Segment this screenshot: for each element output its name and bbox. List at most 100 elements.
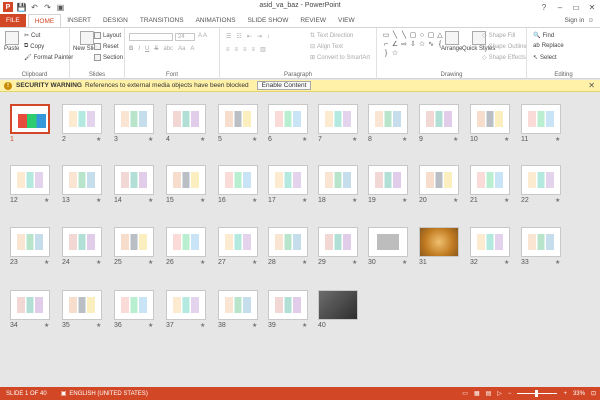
zoom-in-icon[interactable]: + <box>563 391 567 397</box>
curve-shape-icon[interactable]: ∿ <box>427 40 435 48</box>
animation-star-icon[interactable]: ★ <box>302 197 307 204</box>
align-left-icon[interactable]: ≡ <box>226 47 230 53</box>
tab-animations[interactable]: ANIMATIONS <box>190 14 242 27</box>
restore-button[interactable]: ▭ <box>568 0 584 14</box>
shapes-gallery[interactable]: ▭ ╲ ╲ ▢ ○ ▢ △ ⌐ ∠ ⇨ ⇩ ☆ ∿ { } ☆ <box>382 31 443 65</box>
slide-thumbnail[interactable] <box>318 290 358 320</box>
slide-thumbnail[interactable] <box>318 104 358 134</box>
slide-thumbnail[interactable] <box>419 227 459 257</box>
triangle-shape-icon[interactable]: △ <box>436 31 444 39</box>
align-center-icon[interactable]: ≡ <box>235 47 239 53</box>
layout-button[interactable]: Layout <box>94 32 121 39</box>
bullets-icon[interactable]: ☰ <box>226 33 231 40</box>
slide-thumbnail[interactable] <box>114 290 154 320</box>
slide-thumbnail[interactable] <box>470 104 510 134</box>
select-button[interactable]: ↖ Select <box>533 54 557 62</box>
shape-fill-button[interactable]: ◇ Shape Fill <box>482 32 515 40</box>
slide-thumbnail[interactable] <box>218 165 258 195</box>
align-right-icon[interactable]: ≡ <box>243 47 247 53</box>
numbering-icon[interactable]: ☷ <box>236 33 241 40</box>
redo-icon[interactable]: ↷ <box>43 3 52 12</box>
slide-thumbnail[interactable] <box>368 227 408 257</box>
animation-star-icon[interactable]: ★ <box>44 197 49 204</box>
animation-star-icon[interactable]: ★ <box>200 197 205 204</box>
find-button[interactable]: 🔍 Find <box>533 32 554 40</box>
animation-star-icon[interactable]: ★ <box>302 322 307 329</box>
font-size-field[interactable]: 24 <box>175 33 195 41</box>
slide-thumbnail[interactable] <box>521 104 561 134</box>
animation-star-icon[interactable]: ★ <box>200 322 205 329</box>
slide-thumbnail[interactable] <box>318 227 358 257</box>
slide-thumbnail[interactable] <box>166 104 206 134</box>
tab-design[interactable]: DESIGN <box>97 14 134 27</box>
outdent-icon[interactable]: ⇥ <box>257 33 262 40</box>
animation-star-icon[interactable]: ★ <box>302 136 307 143</box>
animation-star-icon[interactable]: ★ <box>96 136 101 143</box>
animation-star-icon[interactable]: ★ <box>352 136 357 143</box>
animation-star-icon[interactable]: ★ <box>504 197 509 204</box>
tab-insert[interactable]: INSERT <box>61 14 97 27</box>
slide-thumbnail[interactable] <box>419 104 459 134</box>
animation-star-icon[interactable]: ★ <box>148 136 153 143</box>
animation-star-icon[interactable]: ★ <box>96 197 101 204</box>
copy-button[interactable]: ⧉ Copy <box>24 43 44 50</box>
italic-button[interactable]: I <box>138 46 140 52</box>
slide-thumbnail[interactable] <box>521 227 561 257</box>
user-icon[interactable]: ☺ <box>587 17 594 24</box>
underline-button[interactable]: U <box>145 46 149 52</box>
animation-star-icon[interactable]: ★ <box>200 259 205 266</box>
enable-content-button[interactable]: Enable Content <box>256 81 312 90</box>
columns-icon[interactable]: ▥ <box>260 46 266 53</box>
animation-star-icon[interactable]: ★ <box>302 259 307 266</box>
align-text-button[interactable]: ⊟ Align Text <box>310 43 343 51</box>
normal-view-icon[interactable]: ▭ <box>462 390 468 397</box>
section-button[interactable]: Section <box>94 54 123 61</box>
slide-thumbnail[interactable] <box>368 104 408 134</box>
bold-button[interactable]: B <box>129 46 133 52</box>
minimize-button[interactable]: – <box>552 0 568 14</box>
slide-thumbnail[interactable] <box>218 227 258 257</box>
slide-thumbnail[interactable] <box>10 165 50 195</box>
slide-thumbnail[interactable] <box>114 227 154 257</box>
tab-home[interactable]: HOME <box>27 14 62 27</box>
arrange-button[interactable]: Arrange <box>441 31 462 52</box>
font-grow-shrink[interactable]: A A <box>198 33 207 39</box>
animation-star-icon[interactable]: ★ <box>44 259 49 266</box>
font-name-field[interactable] <box>129 33 173 41</box>
slide-thumbnail[interactable] <box>268 227 308 257</box>
line2-shape-icon[interactable]: ╲ <box>400 31 408 39</box>
animation-star-icon[interactable]: ★ <box>96 322 101 329</box>
paste-button[interactable]: Paste <box>4 31 19 52</box>
replace-button[interactable]: ab Replace <box>533 43 564 49</box>
animation-star-icon[interactable]: ★ <box>252 136 257 143</box>
slideshow-view-icon[interactable]: ▷ <box>497 390 502 397</box>
elbow-shape-icon[interactable]: ⌐ <box>382 40 390 48</box>
tab-slide-show[interactable]: SLIDE SHOW <box>242 14 295 27</box>
slide-thumbnail[interactable] <box>166 227 206 257</box>
slide-thumbnail[interactable] <box>62 165 102 195</box>
char-spacing-button[interactable]: abc <box>163 46 173 52</box>
reading-view-icon[interactable]: ▤ <box>486 390 492 397</box>
arrow-down-shape-icon[interactable]: ⇩ <box>409 40 417 48</box>
change-case-button[interactable]: Aa <box>178 46 185 52</box>
animation-star-icon[interactable]: ★ <box>148 197 153 204</box>
star-shape-icon[interactable]: ☆ <box>418 40 426 48</box>
animation-star-icon[interactable]: ★ <box>504 259 509 266</box>
animation-star-icon[interactable]: ★ <box>252 197 257 204</box>
close-button[interactable]: ✕ <box>584 0 600 14</box>
slide-thumbnail[interactable] <box>10 104 50 134</box>
slide-thumbnail[interactable] <box>62 227 102 257</box>
justify-icon[interactable]: ≡ <box>252 47 256 53</box>
animation-star-icon[interactable]: ★ <box>402 197 407 204</box>
star2-shape-icon[interactable]: ☆ <box>391 49 399 57</box>
format-painter-button[interactable]: 🖌 Format Painter <box>24 54 73 62</box>
animation-star-icon[interactable]: ★ <box>402 259 407 266</box>
font-color-button[interactable]: A <box>190 46 194 52</box>
slide-thumbnail[interactable] <box>218 104 258 134</box>
slide-thumbnail[interactable] <box>368 165 408 195</box>
language-indicator[interactable]: ▣ ENGLISH (UNITED STATES) <box>61 390 148 398</box>
oval-shape-icon[interactable]: ○ <box>418 31 426 39</box>
shape-effects-button[interactable]: ◇ Shape Effects <box>482 54 526 62</box>
slide-thumbnail[interactable] <box>166 290 206 320</box>
slide-sorter-view-icon[interactable]: ▦ <box>474 390 480 397</box>
